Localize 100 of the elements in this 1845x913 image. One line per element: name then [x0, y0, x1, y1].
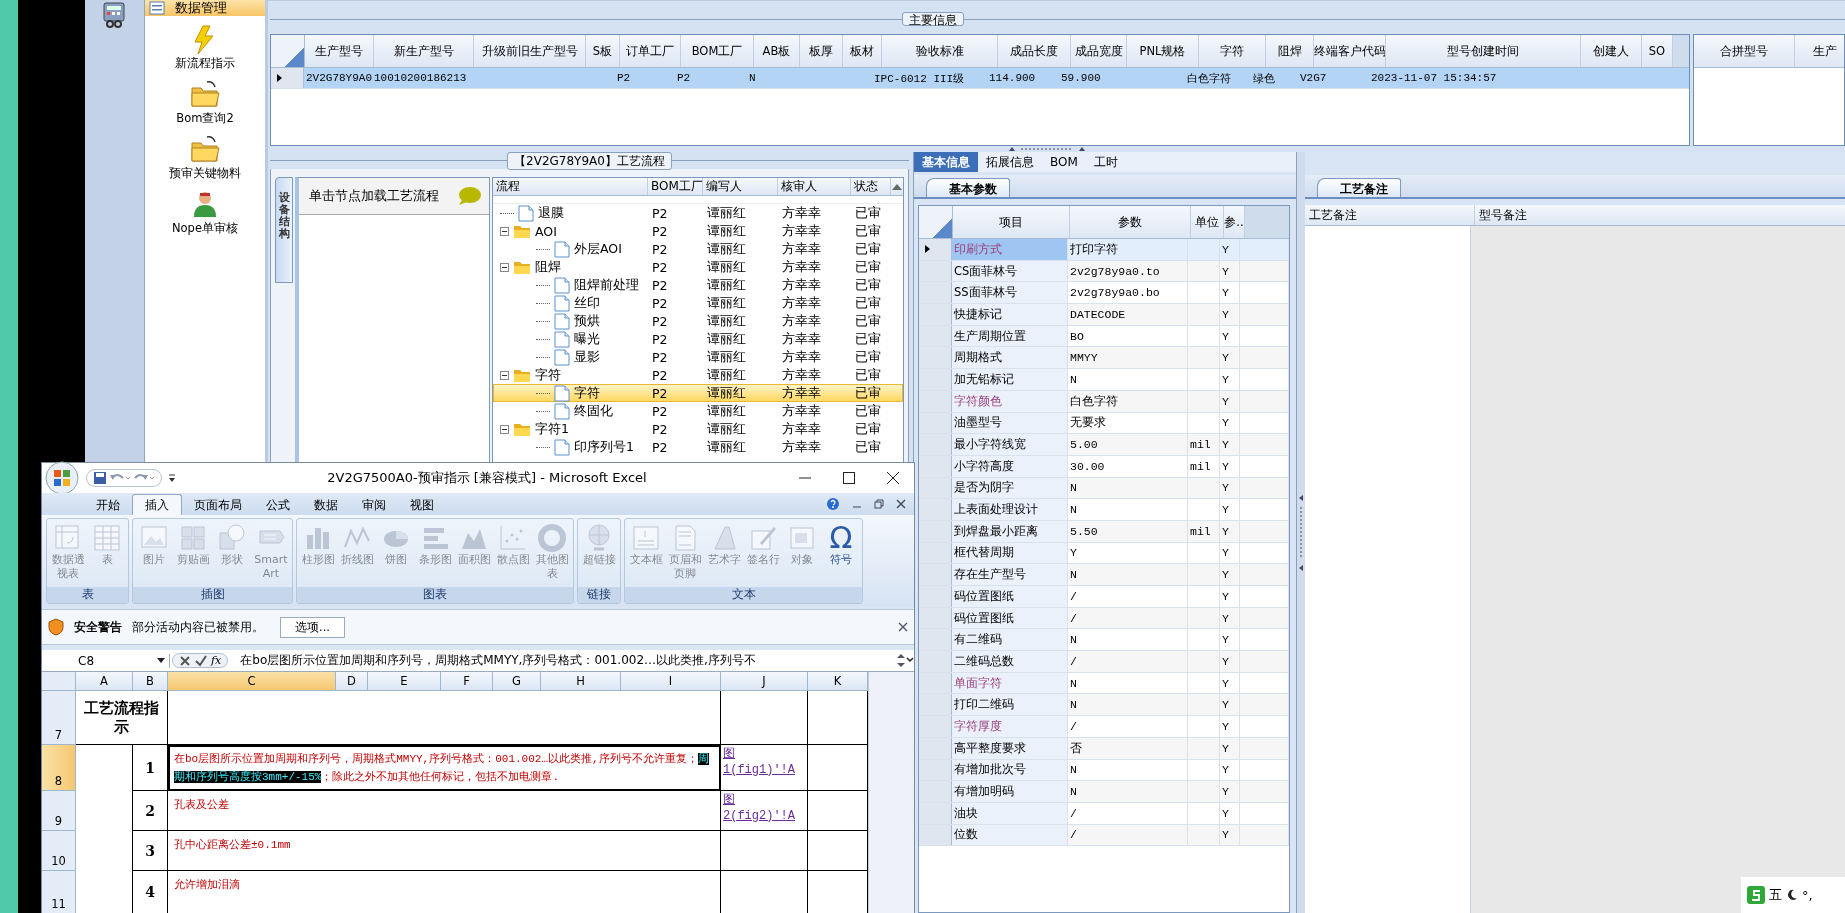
tree-row[interactable]: 显影 P2 谭丽红 方幸幸 已审 [493, 348, 903, 366]
column-header[interactable]: 工艺备注 [1305, 205, 1475, 225]
link[interactable]: 图 1(fig1)'!A [721, 745, 808, 791]
collapse-icon[interactable] [500, 262, 509, 272]
column-header[interactable]: S板 [586, 35, 620, 67]
table-row[interactable]: 到焊盘最小距离 5.50 mil Y [919, 520, 1289, 543]
tree-row[interactable]: 字符 P2 谭丽红 方幸幸 已审 [493, 384, 903, 402]
table-row[interactable]: 有增加明码 N Y [919, 781, 1289, 803]
column-header[interactable]: 编写人 [703, 178, 778, 195]
options-button[interactable]: 选项... [280, 616, 345, 638]
column-header[interactable]: K [808, 672, 868, 691]
tab[interactable]: 开始 [84, 495, 132, 515]
table-row[interactable]: 位数 / Y [919, 824, 1289, 847]
collapse-icon[interactable] [500, 424, 509, 434]
nav-header[interactable]: 数据管理 [145, 0, 265, 16]
collapse-icon[interactable] [500, 370, 509, 380]
tree-row[interactable]: 字符1 P2 谭丽红 方幸幸 已审 [493, 420, 903, 438]
column-header[interactable]: I [621, 672, 721, 691]
table-row[interactable]: 周期格式 MMYY Y [919, 347, 1289, 370]
tree-row[interactable]: 曝光 P2 谭丽红 方幸幸 已审 [493, 330, 903, 348]
tree-row[interactable]: AOI P2 谭丽红 方幸幸 已审 [493, 222, 903, 240]
tree-row[interactable]: 字符 P2 谭丽红 方幸幸 已审 [493, 366, 903, 384]
scroll-up-icon[interactable] [891, 182, 903, 191]
tree-row[interactable]: 丝印 P2 谭丽红 方幸幸 已审 [493, 294, 903, 312]
nav-item[interactable]: 新流程指示 [175, 22, 235, 71]
column-header[interactable]: 升级前旧生产型号 [474, 35, 586, 67]
row-header[interactable]: 9 [42, 791, 76, 831]
tree-row[interactable]: 阻焊前处理 P2 谭丽红 方幸幸 已审 [493, 276, 903, 294]
column-header[interactable]: A [76, 672, 133, 691]
table-row[interactable]: 快捷标记 DATECODE Y [919, 304, 1289, 326]
table-row[interactable]: 打印二维码 N Y [919, 694, 1289, 717]
column-header[interactable]: 验收标准 [882, 35, 998, 67]
column-header[interactable]: 订单工厂 [620, 35, 681, 67]
insert-function-button[interactable]: fx [211, 654, 222, 667]
tab[interactable]: 基本信息 [914, 152, 978, 172]
scrollbar[interactable] [868, 672, 914, 913]
table-row[interactable]: 小字符高度 30.00 mil Y [919, 455, 1289, 478]
input-mode-label[interactable]: 五 [1769, 886, 1782, 904]
punctuation-label[interactable]: °, [1802, 887, 1813, 903]
tab[interactable]: 工艺备注 [1317, 178, 1401, 197]
column-header[interactable]: G [493, 672, 541, 691]
column-header[interactable]: 生产型号 [305, 35, 374, 67]
restore-icon[interactable] [874, 499, 884, 509]
column-header[interactable]: B [133, 672, 168, 691]
table-row[interactable]: CS面菲林号 2v2g78y9a0.to Y [919, 260, 1289, 283]
nav-item[interactable]: Bom查询2 [176, 77, 234, 126]
check-icon[interactable] [195, 654, 207, 667]
close-icon[interactable] [896, 499, 906, 509]
row-header[interactable]: 8 [42, 745, 76, 791]
tab[interactable]: 工时 [1085, 152, 1126, 172]
tree-row[interactable]: 终固化 P2 谭丽红 方幸幸 已审 [493, 402, 903, 420]
column-header[interactable]: 合拼型号 [1694, 35, 1795, 67]
column-header[interactable]: E [368, 672, 441, 691]
column-header[interactable]: 核审人 [778, 178, 851, 195]
side-tab[interactable]: 设备结构 [275, 177, 293, 283]
tree-row[interactable]: 退膜 P2 谭丽红 方幸幸 已审 [493, 204, 903, 222]
column-header[interactable]: 新生产型号 [374, 35, 474, 67]
column-header[interactable]: 状态 [851, 178, 891, 195]
office-button-icon[interactable] [44, 460, 80, 496]
tab[interactable]: 基本参数 [926, 178, 1010, 197]
column-header[interactable]: 终端客户代码 [1314, 35, 1386, 67]
table-row[interactable]: 有二维码 N Y [919, 629, 1289, 652]
link[interactable]: 图 2(fig2)'!A [721, 791, 808, 831]
tree-row[interactable]: 外层AOI P2 谭丽红 方幸幸 已审 [493, 240, 903, 258]
tab[interactable]: 视图 [398, 495, 446, 515]
table-row[interactable]: 是否为阴字 N Y [919, 477, 1289, 500]
tree-row[interactable]: 阻焊 P2 谭丽红 方幸幸 已审 [493, 258, 903, 276]
table-row[interactable]: 印刷方式 打印字符 Y [919, 239, 1289, 261]
tab[interactable]: BOM [1042, 152, 1086, 172]
column-header[interactable]: 板材 [843, 35, 882, 67]
collapse-icon[interactable] [500, 226, 509, 236]
table-row[interactable]: 高平整度要求 否 Y [919, 737, 1289, 760]
select-all-corner[interactable] [271, 35, 305, 67]
column-header[interactable]: PNL规格 [1127, 35, 1199, 67]
column-header[interactable]: 创建人 [1581, 35, 1642, 67]
tab[interactable]: 插入 [132, 494, 182, 515]
column-header[interactable]: 成品宽度 [1071, 35, 1127, 67]
table-row[interactable]: 最小字符线宽 5.00 mil Y [919, 434, 1289, 456]
row-header[interactable]: 10 [42, 831, 76, 871]
table-row[interactable]: 加无铅标记 N Y [919, 369, 1289, 391]
column-header[interactable]: J [721, 672, 808, 691]
ime-logo-icon[interactable] [1747, 886, 1765, 904]
column-header[interactable]: C [168, 672, 336, 691]
column-header[interactable]: 参数 [1070, 206, 1191, 238]
table-row[interactable]: 码位置图纸 / Y [919, 607, 1289, 630]
close-icon[interactable] [886, 471, 900, 485]
column-header[interactable]: 成品长度 [998, 35, 1071, 67]
column-header[interactable]: 生产 [1795, 35, 1844, 67]
row-header[interactable]: 7 [42, 691, 76, 745]
splitter-grip-icon[interactable] [1298, 492, 1304, 573]
tab[interactable]: 拓展信息 [978, 152, 1042, 172]
notes-field[interactable] [1305, 226, 1471, 913]
tab[interactable]: 审阅 [350, 495, 398, 515]
column-header[interactable]: H [541, 672, 621, 691]
nav-item[interactable]: 预审关键物料 [169, 132, 241, 181]
row-header[interactable]: 11 [42, 871, 76, 913]
close-icon[interactable] [898, 622, 908, 632]
table-row[interactable]: 存在生产型号 N Y [919, 564, 1289, 586]
splitter-grip-icon[interactable] [1006, 146, 1087, 152]
column-header[interactable]: F [441, 672, 493, 691]
